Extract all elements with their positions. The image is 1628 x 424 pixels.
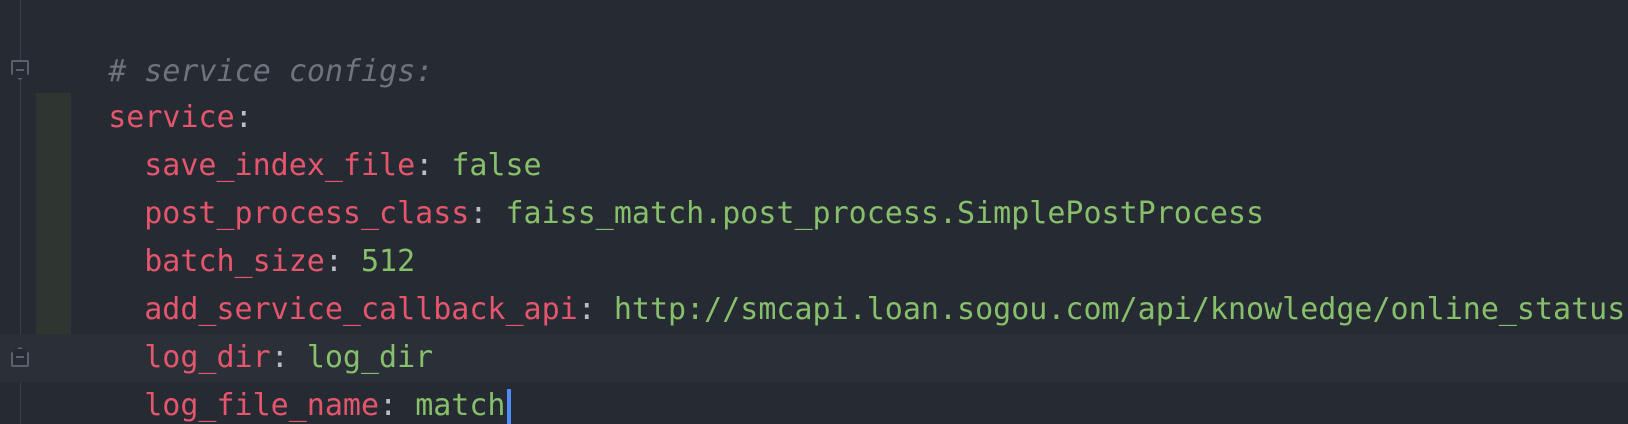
fold-open-icon[interactable] — [11, 60, 29, 80]
code-line-comment[interactable]: # service configs: — [36, 0, 433, 89]
code-line-service[interactable]: service: — [36, 46, 253, 135]
colon: : — [379, 388, 398, 423]
code-line-batch-size[interactable]: batch_size: 512 — [72, 190, 415, 279]
yaml-key: log_file_name — [144, 388, 380, 423]
code-line-callback-api[interactable]: add_service_callback_api: http://smcapi.… — [72, 238, 1625, 327]
colon: : — [577, 292, 596, 327]
code-line-log-dir[interactable]: log_dir: log_dir — [72, 286, 433, 375]
code-editor[interactable]: # service configs: service: save_index_f… — [0, 0, 1628, 424]
code-line-save-index-file[interactable]: save_index_file: false — [72, 94, 541, 183]
colon: : — [469, 196, 488, 231]
yaml-value: http://smcapi.loan.sogou.com/api/knowled… — [613, 292, 1626, 327]
code-line-post-process-class[interactable]: post_process_class: faiss_match.post_pro… — [72, 142, 1264, 231]
code-line-log-file-name[interactable]: log_file_name: match — [72, 334, 511, 424]
yaml-value: faiss_match.post_process.SimplePostProce… — [505, 196, 1265, 231]
text-caret — [506, 388, 511, 424]
yaml-value: match — [415, 388, 506, 423]
